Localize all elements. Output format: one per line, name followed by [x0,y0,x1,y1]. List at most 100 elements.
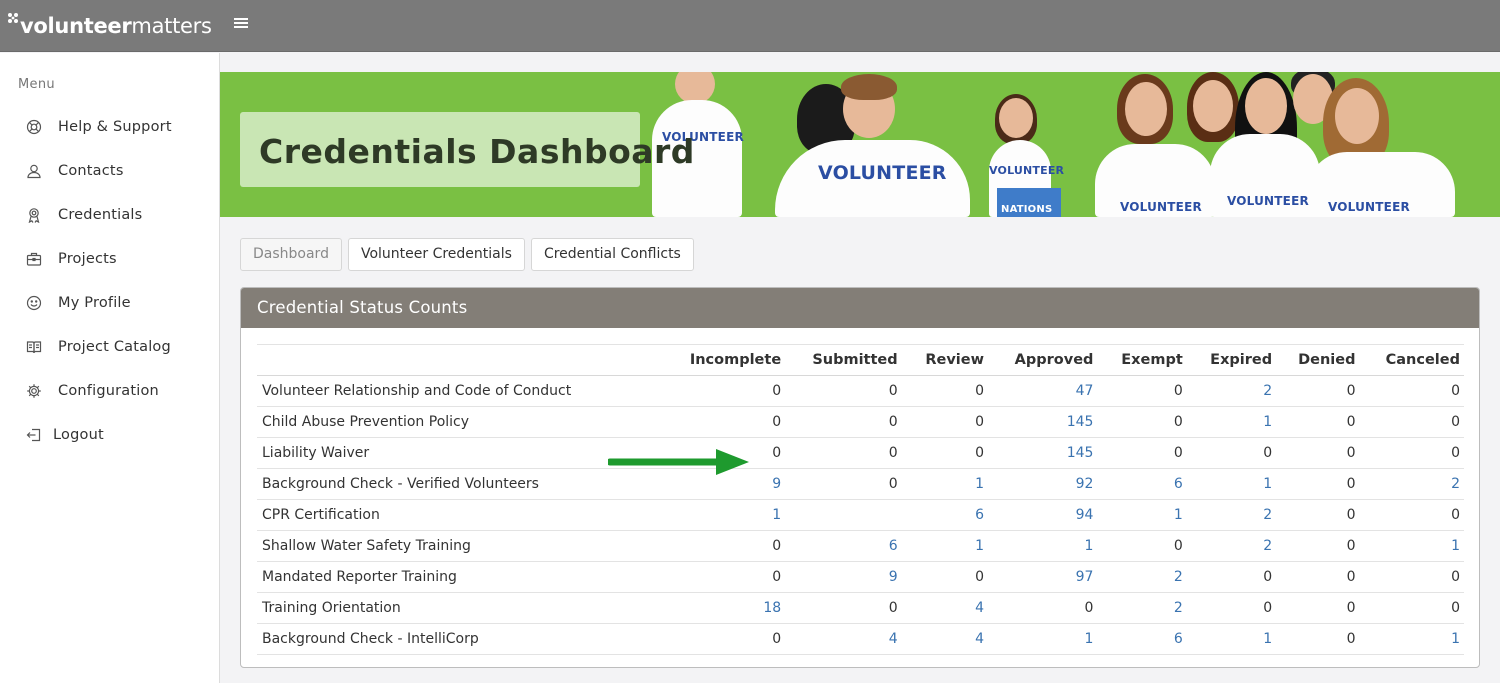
count-cell[interactable]: 1 [1359,623,1464,655]
count-cell[interactable]: 2 [1359,468,1464,500]
tab-credential-conflicts[interactable]: Credential Conflicts [530,238,694,271]
count-cell[interactable]: 2 [1186,375,1277,407]
table-row: Background Check - IntelliCorp 0 4 4 1 6 1 0 1 [257,623,1464,655]
count-cell: 0 [678,561,786,593]
count-cell: 0 [1276,592,1360,624]
count-cell[interactable]: 9 [678,468,786,500]
count-cell[interactable]: 1 [901,468,988,500]
count-cell[interactable]: 92 [987,468,1098,500]
dashboard-banner: VOLUNTEER VOLUNTEER VOLUNTEER NATIONS VO… [220,72,1500,217]
sidebar-item-my-profile[interactable]: My Profile [0,281,219,325]
count-cell[interactable]: 1 [901,530,988,562]
sidebar-item-label: Credentials [58,207,143,223]
sidebar-item-label: Contacts [58,163,124,179]
count-cell[interactable]: 94 [987,499,1098,531]
count-cell[interactable]: 6 [1097,623,1187,655]
sidebar-item-credentials[interactable]: Credentials [0,193,219,237]
main-content: VOLUNTEER VOLUNTEER VOLUNTEER NATIONS VO… [220,53,1500,683]
count-cell[interactable]: 2 [1097,592,1187,624]
volunteers-photo: VOLUNTEER VOLUNTEER VOLUNTEER NATIONS VO… [620,72,1500,217]
count-cell[interactable]: 2 [1097,561,1187,593]
count-cell[interactable]: 47 [987,375,1098,407]
credential-name: Volunteer Relationship and Code of Condu… [257,375,679,407]
count-cell: 0 [987,592,1098,624]
count-cell[interactable]: 6 [901,499,988,531]
count-cell: 0 [678,623,786,655]
count-cell[interactable]: 1 [678,499,786,531]
table-row: Background Check - Verified Volunteers 9 0… [257,468,1464,500]
panel-title: Credential Status Counts [241,288,1479,328]
book-icon [25,338,43,356]
sidebar-item-projects[interactable]: Projects [0,237,219,281]
count-cell[interactable]: 145 [987,437,1098,469]
credential-name: Liability Waiver [257,437,679,469]
count-cell[interactable]: 4 [901,592,988,624]
count-cell[interactable]: 4 [785,623,902,655]
count-cell: 0 [678,437,786,469]
table-body: Volunteer Relationship and Code of Condu… [257,375,1464,655]
count-cell: 0 [1097,406,1187,438]
credentials-icon [25,206,43,224]
hamburger-menu-icon[interactable] [233,15,253,35]
sidebar-item-configuration[interactable]: Configuration [0,369,219,413]
count-cell: 0 [1359,406,1464,438]
count-cell: 0 [1276,623,1360,655]
count-cell[interactable]: 6 [1097,468,1187,500]
table-row: Child Abuse Prevention Policy 0 0 0 145 0 1 0 0 [257,406,1464,438]
count-cell[interactable]: 1 [987,530,1098,562]
sidebar-item-project-catalog[interactable]: Project Catalog [0,325,219,369]
tab-volunteer-credentials[interactable]: Volunteer Credentials [347,238,525,271]
count-cell: 0 [1097,375,1187,407]
count-cell[interactable]: 1 [987,623,1098,655]
credential-name: Background Check - Verified Volunteers [257,468,679,500]
count-cell: 0 [1276,437,1360,469]
sidebar-item-label: Configuration [58,383,159,399]
tab-dashboard[interactable]: Dashboard [240,238,342,271]
credential-name: Background Check - IntelliCorp [257,623,679,655]
count-cell: 0 [785,375,902,407]
count-cell[interactable]: 97 [987,561,1098,593]
sidebar-item-contacts[interactable]: Contacts [0,149,219,193]
count-cell: 0 [1276,406,1360,438]
shirt-label: VOLUNTEER [1227,194,1309,208]
shirt-label: VOLUNTEER [1328,200,1410,214]
shirt-label: VOLUNTEER [818,162,947,184]
column-header-denied: Denied [1276,344,1360,376]
count-cell: 0 [1097,437,1187,469]
table-row: Training Orientation 18 0 4 0 2 0 0 0 [257,592,1464,624]
sidebar-item-logout[interactable]: Logout [0,413,219,457]
credential-name: CPR Certification [257,499,679,531]
count-cell[interactable]: 4 [901,623,988,655]
count-cell[interactable]: 2 [1186,530,1277,562]
gear-icon [25,382,43,400]
count-cell[interactable]: 145 [987,406,1098,438]
count-cell[interactable]: 9 [785,561,902,593]
column-header-incomplete: Incomplete [678,344,786,376]
count-cell: 0 [1359,375,1464,407]
table-row: Mandated Reporter Training 0 9 0 97 2 0 0 0 [257,561,1464,593]
count-cell: 0 [785,406,902,438]
count-cell: 0 [1097,530,1187,562]
count-cell: 0 [901,437,988,469]
count-cell[interactable]: 1 [1186,468,1277,500]
sidebar-item-help-support[interactable]: Help & Support [0,105,219,149]
count-cell: 0 [678,530,786,562]
sidebar-nav: Help & Support Contacts Credentials Proj… [0,105,219,457]
table-row: Volunteer Relationship and Code of Condu… [257,375,1464,407]
count-cell[interactable]: 2 [1186,499,1277,531]
count-cell[interactable]: 1 [1186,623,1277,655]
logout-icon [25,426,43,444]
logo-mark-icon [8,13,18,23]
dashboard-tabs: Dashboard Volunteer Credentials Credenti… [240,238,694,271]
briefcase-icon [25,250,43,268]
app-logo[interactable]: volunteermatters [6,13,212,38]
count-cell [785,499,902,531]
column-header-submitted: Submitted [785,344,902,376]
lifebuoy-icon [25,118,43,136]
count-cell[interactable]: 6 [785,530,902,562]
column-header-canceled: Canceled [1359,344,1464,376]
count-cell[interactable]: 18 [678,592,786,624]
count-cell[interactable]: 1 [1186,406,1277,438]
count-cell[interactable]: 1 [1359,530,1464,562]
count-cell[interactable]: 1 [1097,499,1187,531]
